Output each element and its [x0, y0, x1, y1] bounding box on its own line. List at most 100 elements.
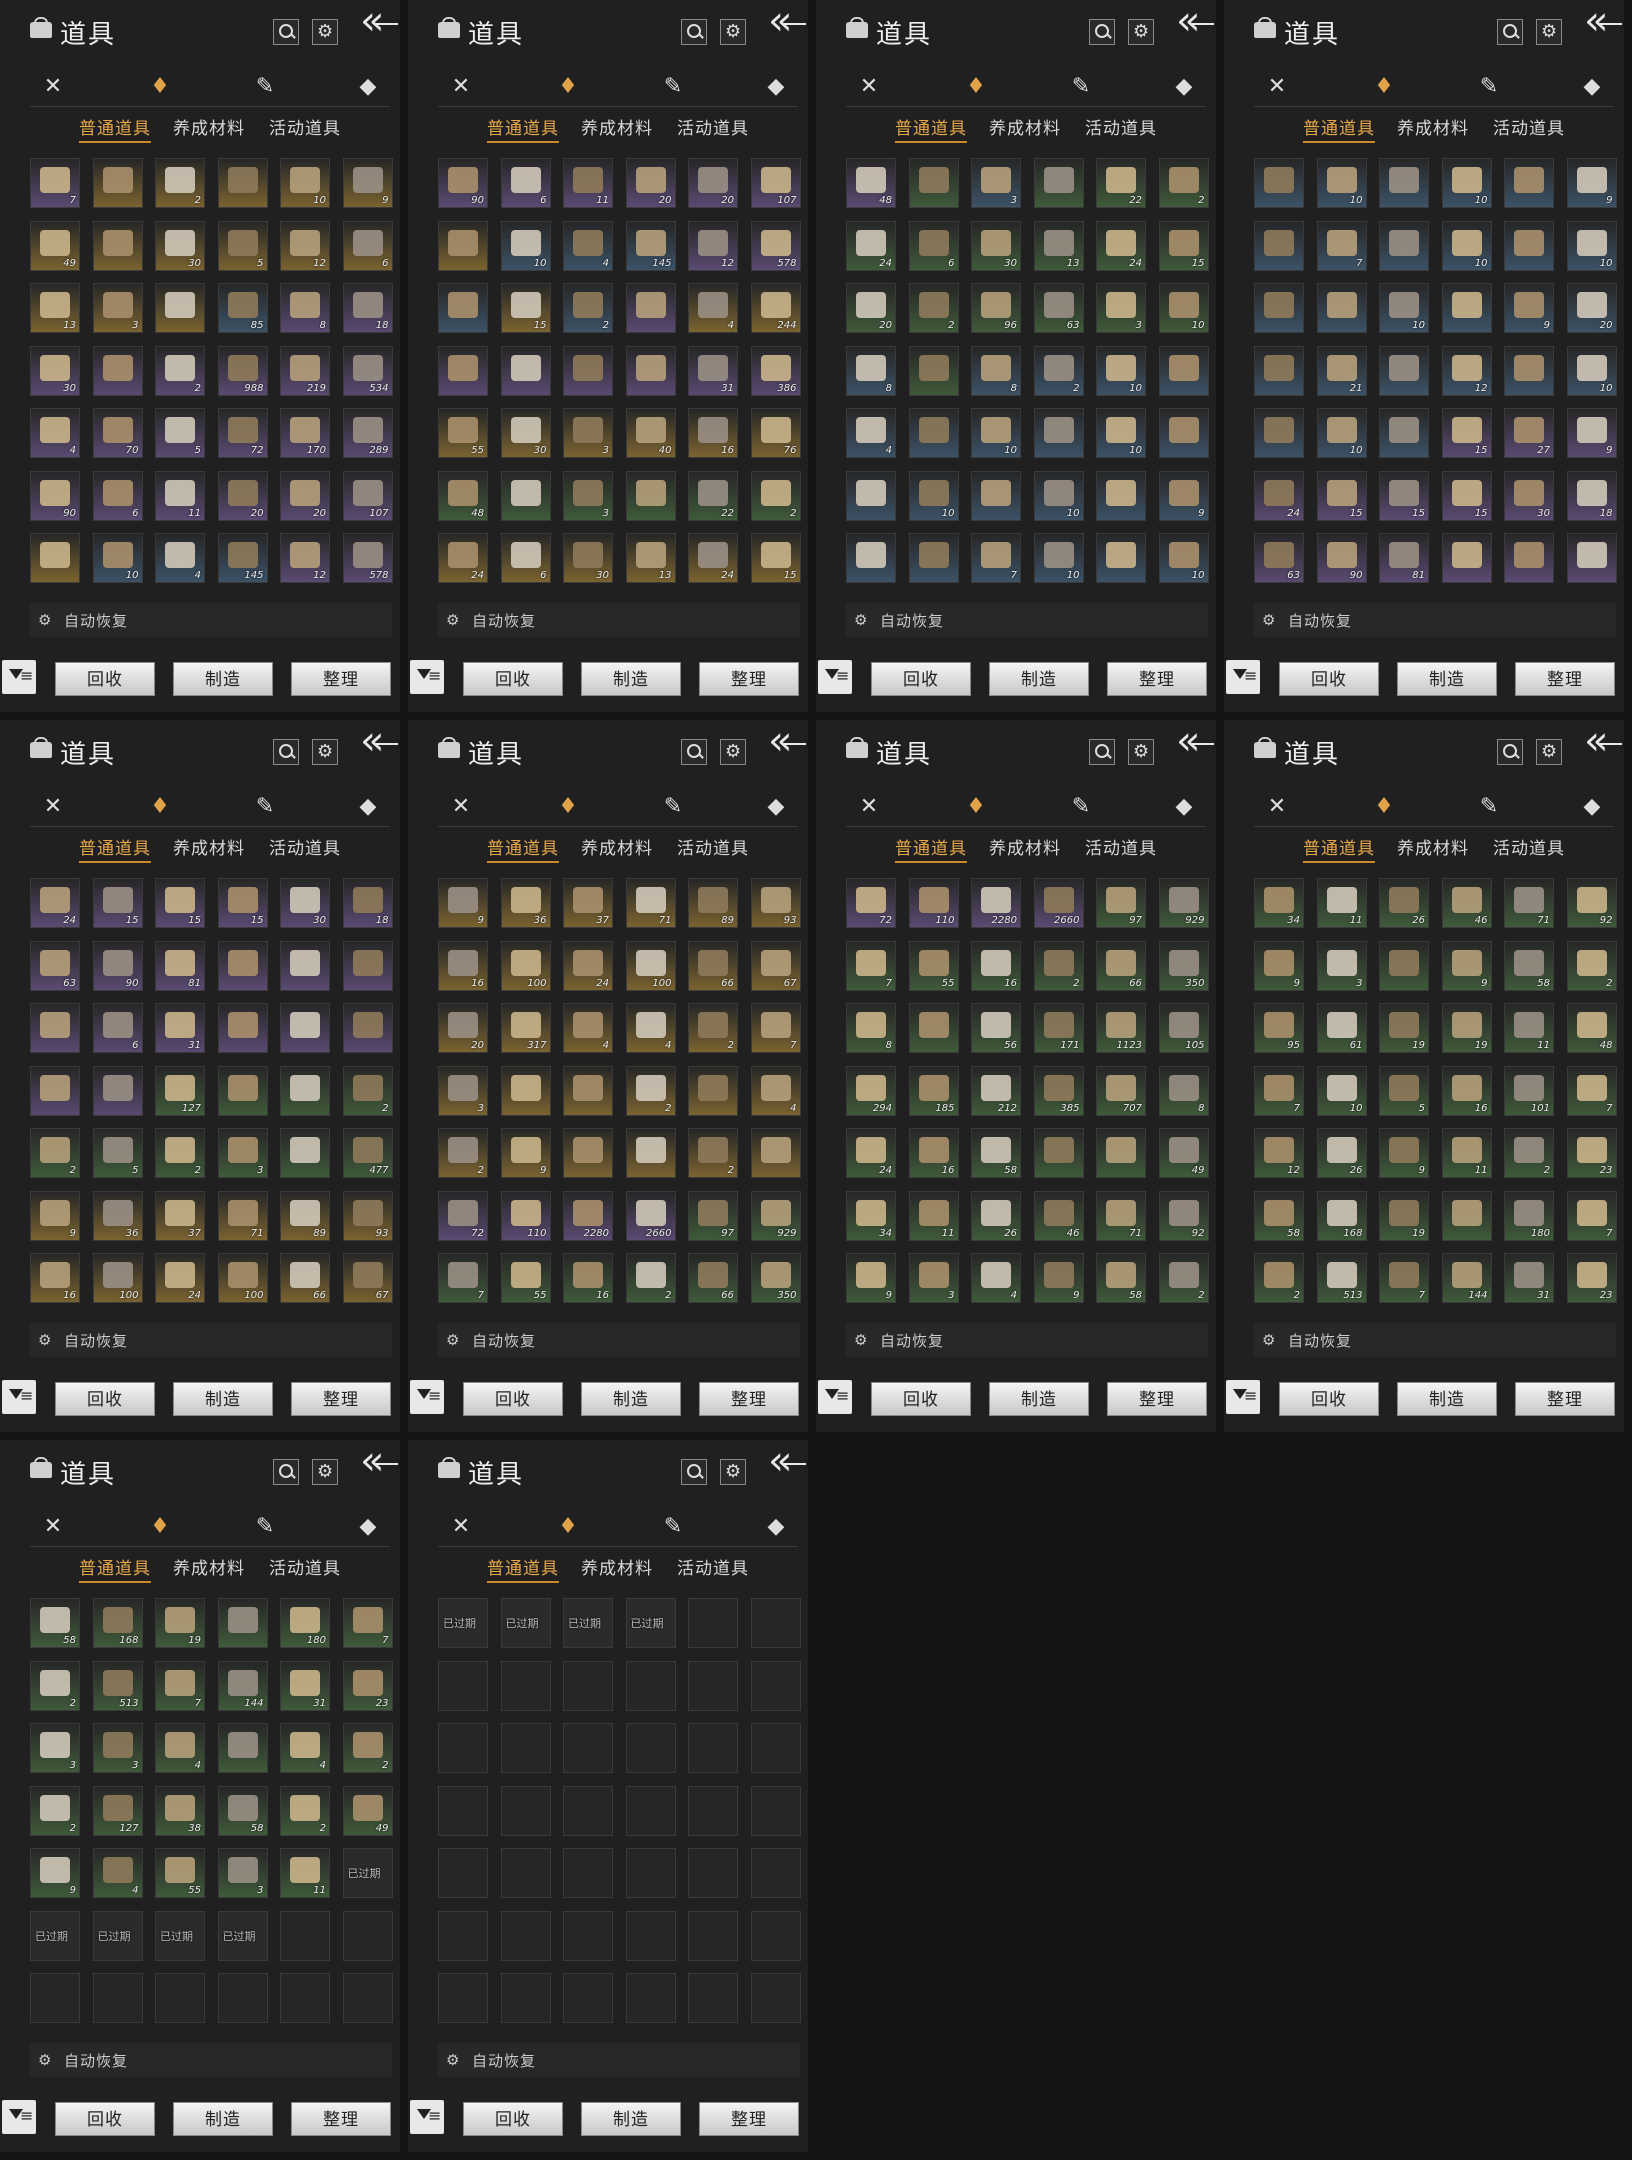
item-slot[interactable]: 12	[1254, 1128, 1304, 1178]
gem-icon[interactable]: ◆	[353, 1512, 383, 1542]
gem-icon[interactable]: ◆	[1577, 72, 1607, 102]
item-slot[interactable]	[438, 283, 488, 333]
gem-icon[interactable]: ◆	[353, 72, 383, 102]
item-slot[interactable]: 3	[217, 1128, 268, 1178]
item-slot[interactable]: 2	[155, 1128, 205, 1178]
filter-icon[interactable]	[410, 1380, 444, 1414]
item-slot[interactable]	[563, 1128, 613, 1178]
tab-0[interactable]: 普通道具	[79, 1554, 151, 1583]
item-slot[interactable]: 30	[1504, 470, 1554, 521]
item-slot[interactable]: 30	[971, 220, 1021, 271]
filter-icon[interactable]	[2, 660, 36, 694]
item-slot[interactable]: 20	[217, 470, 268, 521]
item-slot[interactable]: 37	[563, 878, 613, 928]
item-slot[interactable]: 1123	[1096, 1003, 1146, 1053]
item-slot[interactable]: 3	[92, 283, 143, 333]
item-slot[interactable]: 988	[217, 345, 268, 396]
sort-button[interactable]: 整理	[1515, 662, 1615, 696]
item-slot[interactable]: 19	[1379, 1190, 1429, 1241]
item-slot[interactable]: 7	[30, 158, 80, 208]
tab-1[interactable]: 养成材料	[173, 114, 245, 139]
sort-button[interactable]: 整理	[699, 1382, 799, 1416]
item-slot[interactable]: 289	[342, 408, 393, 458]
item-slot[interactable]: 513	[92, 1660, 143, 1711]
back-arrow-icon[interactable]	[1584, 720, 1624, 764]
scroll-icon[interactable]: ✎	[1474, 72, 1504, 102]
item-slot[interactable]: 89	[688, 878, 738, 928]
item-slot[interactable]: 6	[908, 220, 959, 271]
item-slot[interactable]: 71	[625, 878, 676, 928]
item-slot[interactable]: 9	[1254, 940, 1304, 991]
craft-button[interactable]: 制造	[1397, 1382, 1497, 1416]
item-slot[interactable]: 已过期	[500, 1598, 551, 1648]
item-slot[interactable]: 180	[1504, 1190, 1554, 1241]
item-slot[interactable]: 15	[1316, 470, 1367, 521]
item-slot[interactable]: 66	[1096, 940, 1146, 991]
auto-recover-toggle[interactable]: ⚙ 自动恢复	[1254, 1323, 1616, 1357]
item-slot[interactable]: 15	[217, 878, 268, 928]
item-slot[interactable]	[1033, 1128, 1084, 1178]
item-slot[interactable]: 49	[30, 220, 80, 271]
item-slot[interactable]: 2	[342, 1065, 393, 1116]
item-slot[interactable]	[563, 345, 613, 396]
item-slot[interactable]	[217, 940, 268, 991]
item-slot[interactable]: 10	[92, 533, 143, 583]
item-slot[interactable]: 56	[971, 1003, 1021, 1053]
item-slot[interactable]: 8	[1158, 1065, 1209, 1116]
item-slot[interactable]: 16	[688, 408, 738, 458]
tab-1[interactable]: 养成材料	[581, 1554, 653, 1579]
item-slot[interactable]: 已过期	[625, 1598, 676, 1648]
item-slot[interactable]: 96	[971, 283, 1021, 333]
back-arrow-icon[interactable]	[1176, 720, 1216, 764]
crossed-swords-icon[interactable]: ✕	[1262, 792, 1292, 822]
search-icon[interactable]	[273, 1459, 299, 1485]
item-slot[interactable]: 4	[563, 220, 613, 271]
item-slot[interactable]	[1504, 345, 1554, 396]
item-slot[interactable]: 26	[971, 1190, 1021, 1241]
item-slot[interactable]: 92	[1566, 878, 1617, 928]
item-slot[interactable]: 24	[155, 1253, 205, 1303]
pouch-icon[interactable]: ♦	[145, 72, 175, 102]
item-slot[interactable]: 30	[155, 220, 205, 271]
item-slot[interactable]: 49	[1158, 1128, 1209, 1178]
item-slot[interactable]: 61	[1316, 1003, 1367, 1053]
auto-recover-toggle[interactable]: ⚙ 自动恢复	[846, 1323, 1208, 1357]
tab-1[interactable]: 养成材料	[1397, 114, 1469, 139]
tab-2[interactable]: 活动道具	[269, 1554, 341, 1579]
item-slot[interactable]: 3	[563, 470, 613, 521]
sort-button[interactable]: 整理	[1107, 662, 1207, 696]
item-slot[interactable]	[1254, 158, 1304, 208]
item-slot[interactable]: 已过期	[92, 1910, 143, 1961]
item-slot[interactable]: 40	[625, 408, 676, 458]
item-slot[interactable]: 10	[1441, 158, 1492, 208]
item-slot[interactable]: 8	[971, 345, 1021, 396]
auto-recover-toggle[interactable]: ⚙ 自动恢复	[438, 2043, 800, 2077]
item-slot[interactable]: 2	[30, 1660, 80, 1711]
item-slot[interactable]: 55	[438, 408, 488, 458]
item-slot[interactable]: 24	[438, 533, 488, 583]
sort-button[interactable]: 整理	[1107, 1382, 1207, 1416]
search-icon[interactable]	[681, 739, 707, 765]
item-slot[interactable]: 11	[1504, 1003, 1554, 1053]
item-slot[interactable]: 2	[1566, 940, 1617, 991]
sort-button[interactable]: 整理	[699, 662, 799, 696]
item-slot[interactable]	[30, 1003, 80, 1053]
item-slot[interactable]	[1441, 1190, 1492, 1241]
tab-2[interactable]: 活动道具	[677, 1554, 749, 1579]
item-slot[interactable]: 9	[846, 1253, 896, 1303]
item-slot[interactable]: 2	[1158, 1253, 1209, 1303]
search-icon[interactable]	[681, 19, 707, 45]
search-icon[interactable]	[681, 1459, 707, 1485]
item-slot[interactable]: 8	[846, 345, 896, 396]
item-slot[interactable]: 2	[1254, 1253, 1304, 1303]
auto-recover-toggle[interactable]: ⚙ 自动恢复	[1254, 603, 1616, 637]
item-slot[interactable]: 5	[1379, 1065, 1429, 1116]
tab-1[interactable]: 养成材料	[989, 834, 1061, 859]
item-slot[interactable]: 101	[1504, 1065, 1554, 1116]
gear-icon[interactable]	[1128, 19, 1154, 45]
item-slot[interactable]: 26	[1316, 1128, 1367, 1178]
item-slot[interactable]: 2	[438, 1128, 488, 1178]
tab-0[interactable]: 普通道具	[487, 1554, 559, 1583]
item-slot[interactable]: 2	[1033, 345, 1084, 396]
filter-icon[interactable]	[410, 660, 444, 694]
